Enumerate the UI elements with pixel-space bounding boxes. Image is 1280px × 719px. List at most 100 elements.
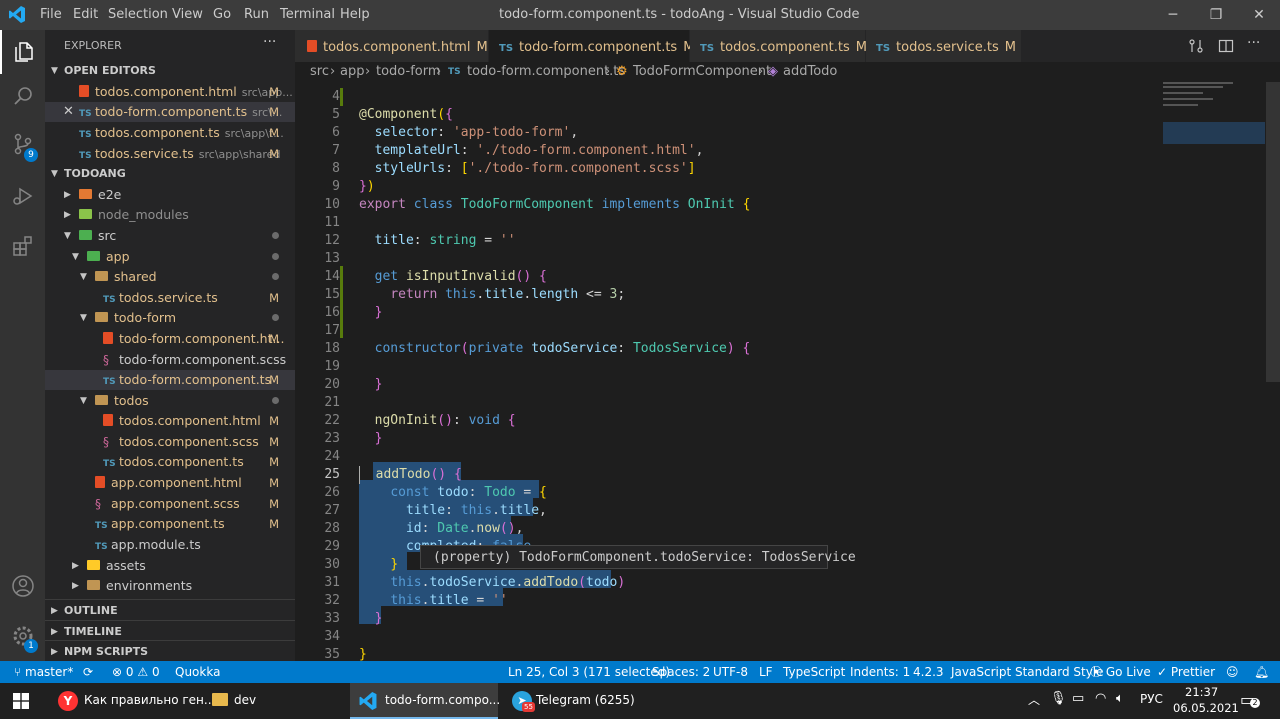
tree-file[interactable]: TS app.module.ts: [45, 535, 295, 555]
tree-folder[interactable]: ▼ todos: [45, 391, 295, 411]
explorer-activity[interactable]: [0, 30, 45, 74]
tab-todo-form-component-ts[interactable]: TStodo-form.component.tsM✕: [489, 30, 713, 65]
tree-file[interactable]: app.component.html M: [45, 473, 295, 493]
run-debug-activity[interactable]: [0, 174, 45, 218]
tree-file[interactable]: TS todos.component.ts M: [45, 452, 295, 472]
minimize-button[interactable]: ─: [1150, 0, 1196, 30]
open-changes-button[interactable]: [1188, 38, 1204, 58]
notifications-button[interactable]: 🔔︎: [1254, 661, 1269, 683]
tree-file[interactable]: TS app.component.ts M: [45, 514, 295, 534]
taskbar-vscode[interactable]: todo-form.compo...: [350, 683, 500, 719]
menu-selection[interactable]: Selection: [108, 7, 168, 22]
sync-button[interactable]: ⟳: [83, 661, 93, 683]
eol-status[interactable]: LF: [759, 661, 773, 683]
linter-status[interactable]: JavaScript Standard Style: [951, 661, 1104, 683]
open-editor-item[interactable]: ✕ TS todo-form.component.ts src\... M: [45, 102, 295, 122]
tree-folder[interactable]: ▶ node_modules: [45, 205, 295, 225]
npm-scripts-section[interactable]: ▶ NPM SCRIPTS: [45, 640, 295, 663]
tree-folder[interactable]: ▶ environments: [45, 576, 295, 596]
search-activity[interactable]: [0, 74, 45, 118]
accounts-activity[interactable]: [0, 564, 45, 608]
modified-badge: M: [269, 497, 279, 511]
menu-run[interactable]: Run: [244, 7, 269, 22]
tree-file[interactable]: todos.component.html M: [45, 411, 295, 431]
menu-go[interactable]: Go: [213, 7, 231, 22]
prettier-status[interactable]: ✓ Prettier: [1157, 661, 1215, 683]
clock-time[interactable]: 21:37: [1185, 685, 1218, 699]
tree-file[interactable]: § todo-form.component.scss: [45, 350, 295, 370]
menu-file[interactable]: File: [40, 7, 62, 22]
wifi-icon[interactable]: ◠: [1095, 691, 1106, 706]
start-button[interactable]: [13, 693, 29, 713]
clock-date[interactable]: 06.05.2021: [1173, 701, 1239, 715]
go-live-button[interactable]: ⦿ Go Live: [1090, 661, 1151, 683]
breadcrumb-file[interactable]: todo-form.component.ts: [467, 62, 625, 82]
open-editor-item[interactable]: TS todos.component.ts src\app\t... M: [45, 123, 295, 143]
battery-icon[interactable]: ▭: [1072, 691, 1084, 706]
taskbar-yandex[interactable]: Y Как правильно ген...: [50, 683, 215, 719]
tab-todos-component-ts[interactable]: TS todos.component.ts M: [690, 30, 867, 65]
menu-terminal[interactable]: Terminal: [280, 7, 335, 22]
more-actions-icon[interactable]: ···: [1247, 35, 1260, 51]
tree-file[interactable]: TS todos.service.ts M: [45, 288, 295, 308]
tab-todos-component-html[interactable]: todos.component.html M: [295, 30, 489, 65]
tree-folder[interactable]: ▼ todo-form: [45, 308, 295, 328]
outline-section[interactable]: ▶ OUTLINE: [45, 599, 295, 622]
taskbar-dev-folder[interactable]: dev: [200, 683, 346, 719]
restore-button[interactable]: ❐: [1193, 0, 1239, 30]
source-control-activity[interactable]: 9: [0, 122, 45, 166]
indents-status[interactable]: Indents: 1: [850, 661, 910, 683]
vertical-scrollbar[interactable]: [1266, 82, 1280, 382]
menu-view[interactable]: View: [172, 7, 203, 22]
taskbar-telegram[interactable]: ➤ 55 Telegram (6255): [502, 683, 648, 719]
open-editor-name: todos.component.html: [95, 84, 237, 99]
chevron-up-icon[interactable]: ︿: [1028, 691, 1040, 708]
microphone-icon[interactable]: 🎙︎: [1050, 691, 1067, 706]
breadcrumb-todo-form[interactable]: todo-form: [376, 62, 441, 82]
split-editor-button[interactable]: [1218, 38, 1234, 58]
project-section[interactable]: ▼ TODOANG: [45, 163, 295, 185]
breadcrumb-method[interactable]: addTodo: [783, 62, 837, 82]
tree-folder[interactable]: ▶ assets: [45, 556, 295, 576]
ts-version-status[interactable]: 4.2.3: [913, 661, 944, 683]
minimap[interactable]: [1160, 82, 1265, 162]
menu-help[interactable]: Help: [340, 7, 370, 22]
tab-todos-service-ts[interactable]: TS todos.service.ts M: [866, 30, 1022, 65]
action-center-button[interactable]: ▭ 2: [1240, 690, 1262, 712]
restore-icon: ❐: [1209, 7, 1223, 23]
problems-status[interactable]: ⊗ 0 ⚠ 0: [112, 661, 160, 683]
more-actions-icon[interactable]: ···: [263, 34, 276, 50]
branch-status[interactable]: ⑂ master*: [14, 661, 73, 683]
manage-activity[interactable]: 1: [0, 614, 45, 658]
breadcrumb-src[interactable]: src: [310, 62, 329, 82]
tree-folder[interactable]: ▼ shared: [45, 267, 295, 287]
close-icon[interactable]: ✕: [63, 102, 74, 122]
breadcrumb-class[interactable]: TodoFormComponent: [633, 62, 771, 82]
breadcrumb-app[interactable]: app: [340, 62, 364, 82]
input-language[interactable]: РУС: [1140, 692, 1163, 706]
chevron-down-icon: ▼: [64, 231, 71, 241]
tree-file[interactable]: § app.component.scss M: [45, 494, 295, 514]
tree-folder[interactable]: ▼ src: [45, 226, 295, 246]
tree-file[interactable]: TS todo-form.component.ts M: [45, 370, 295, 390]
indentation-status[interactable]: Spaces: 2: [652, 661, 710, 683]
line-number: 30: [324, 557, 340, 572]
open-editor-item[interactable]: TS todos.service.ts src\app\shared M: [45, 144, 295, 164]
volume-icon[interactable]: 🔈︎: [1116, 691, 1124, 706]
tree-folder[interactable]: ▼ app: [45, 247, 295, 267]
open-editors-section[interactable]: ▼ OPEN EDITORS: [45, 60, 295, 82]
open-editor-item[interactable]: todos.component.html src\app... M: [45, 82, 295, 102]
tree-file[interactable]: todo-form.component.ht... M: [45, 329, 295, 349]
feedback-button[interactable]: ☺: [1226, 661, 1239, 683]
extensions-activity[interactable]: [0, 224, 45, 268]
menu-edit[interactable]: Edit: [73, 7, 98, 22]
code-editor[interactable]: 4 5 6 7 8 9 10 11 12 13 14 15 16 17 18 19 20 21 22 23 24 25 26…: [295, 82, 1280, 662]
quokka-status[interactable]: Quokka: [175, 661, 220, 683]
language-status[interactable]: TypeScript: [783, 661, 845, 683]
cursor-position[interactable]: Ln 25, Col 3 (171 selected): [508, 661, 670, 683]
tree-folder[interactable]: ▶ e2e: [45, 185, 295, 205]
encoding-status[interactable]: UTF-8: [713, 661, 748, 683]
tree-file[interactable]: § todos.component.scss M: [45, 432, 295, 452]
close-window-button[interactable]: ✕: [1236, 0, 1280, 30]
git-added-indicator: [340, 266, 343, 338]
